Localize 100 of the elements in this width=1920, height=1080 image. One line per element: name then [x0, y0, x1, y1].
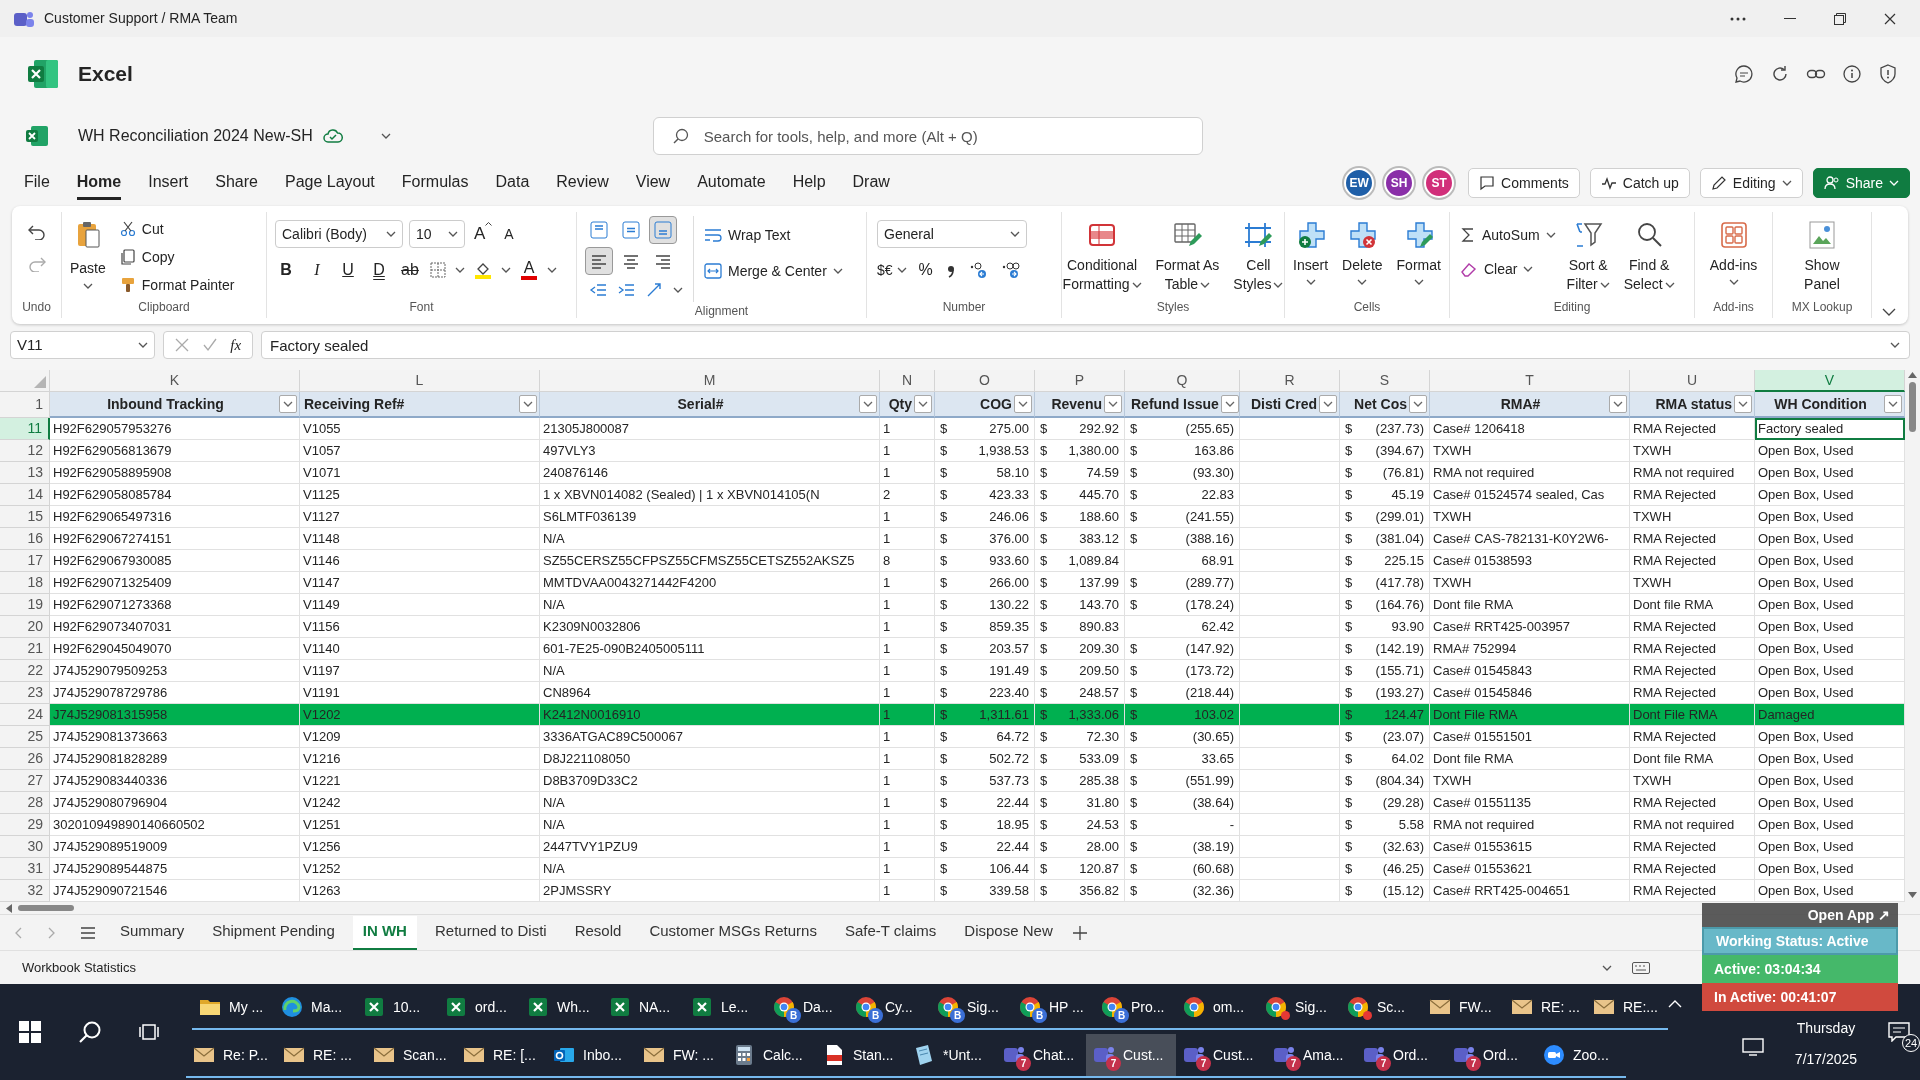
taskbar-item[interactable]: ord... [438, 986, 520, 1030]
table-cell[interactable]: V1197 [300, 660, 540, 682]
chevron-down-icon[interactable] [896, 267, 907, 273]
clear-button[interactable]: Clear [1460, 256, 1556, 282]
chevron-down-icon[interactable] [1357, 279, 1368, 285]
table-cell[interactable]: RMA Rejected [1630, 880, 1755, 902]
chevron-down-icon[interactable] [1613, 401, 1623, 407]
sheet-tab[interactable]: Shipment Pending [202, 915, 345, 950]
table-cell[interactable]: Case# 01553621 [1430, 858, 1630, 880]
chevron-down-icon[interactable] [1200, 282, 1211, 289]
desktop-icon[interactable] [1742, 1038, 1764, 1056]
table-cell[interactable]: H92F629071273368 [50, 594, 300, 616]
sheet-tab[interactable]: Summary [110, 915, 195, 950]
table-cell[interactable]: 1 [880, 418, 935, 440]
add-sheet-icon[interactable] [1072, 925, 1087, 940]
row-number[interactable]: 16 [0, 528, 50, 550]
table-cell[interactable]: J74J529081828289 [50, 748, 300, 770]
table-cell[interactable]: V1216 [300, 748, 540, 770]
taskbar-item[interactable]: Sig... [1258, 986, 1340, 1030]
table-cell[interactable]: J74J529080796904 [50, 792, 300, 814]
task-view-icon[interactable] [139, 1022, 161, 1042]
filter-button[interactable] [859, 395, 877, 413]
formula-field[interactable]: Factory sealed [261, 331, 1910, 359]
ribbon-tab[interactable]: Data [495, 166, 530, 200]
table-cell[interactable]: RMA Rejected [1630, 858, 1755, 880]
table-cell[interactable]: 1 [880, 506, 935, 528]
search-field[interactable]: Search for tools, help, and more (Alt + Q) [652, 117, 1203, 155]
ribbon-button[interactable]: Add-ins [1706, 216, 1761, 285]
ribbon-tab[interactable]: Insert [148, 166, 189, 200]
chevron-down-icon[interactable] [82, 283, 93, 289]
scroll-thumb[interactable] [18, 905, 74, 911]
table-cell[interactable]: Case# 1206418 [1430, 418, 1630, 440]
table-cell[interactable]: 240876146 [540, 462, 880, 484]
ribbon-tab[interactable]: Share [215, 166, 258, 200]
chevron-down-icon[interactable] [1664, 282, 1675, 289]
ribbon-button[interactable]: Conditional Formatting [1059, 216, 1145, 294]
table-cell[interactable]: RMA Rejected [1630, 792, 1755, 814]
more-icon[interactable] [1730, 16, 1746, 21]
filter-button[interactable] [1220, 395, 1239, 413]
taskbar-item[interactable]: My ... [192, 986, 274, 1030]
scroll-left-icon[interactable] [6, 903, 12, 913]
chevron-down-icon[interactable] [1108, 401, 1118, 407]
table-cell[interactable]: RMA Rejected [1630, 418, 1755, 440]
user-avatar[interactable]: EW [1344, 168, 1375, 198]
taskbar-item[interactable]: B Sig... [930, 986, 1012, 1030]
filter-button[interactable] [1014, 395, 1032, 413]
table-cell[interactable]: 1 [880, 682, 935, 704]
check-icon[interactable] [202, 338, 217, 352]
row-number[interactable]: 15 [0, 506, 50, 528]
chevron-down-icon[interactable] [1781, 180, 1792, 186]
chevron-down-icon[interactable] [1728, 279, 1739, 285]
table-cell[interactable]: Open Box, Used [1755, 660, 1905, 682]
ribbon-button[interactable]: Format As Table [1152, 216, 1223, 294]
table-cell[interactable]: Case# 01551135 [1430, 792, 1630, 814]
table-cell[interactable]: J74J529078729786 [50, 682, 300, 704]
table-cell[interactable]: Open Box, Used [1755, 792, 1905, 814]
taskbar-item[interactable]: Ma... [274, 986, 356, 1030]
table-cell[interactable]: RMA Rejected [1630, 616, 1755, 638]
fill-color-icon[interactable] [474, 261, 492, 279]
chevron-down-icon[interactable] [283, 401, 293, 407]
font-color-button[interactable]: A [520, 260, 538, 280]
table-cell[interactable]: V1140 [300, 638, 540, 660]
number-format-dropdown[interactable]: General [877, 220, 1027, 248]
table-cell[interactable]: V1146 [300, 550, 540, 572]
ribbon-tab[interactable]: Page Layout [284, 166, 375, 200]
table-cell[interactable]: H92F629067274151 [50, 528, 300, 550]
text-orientation-icon[interactable] [645, 281, 663, 299]
table-cell[interactable]: N/A [540, 660, 880, 682]
chevron-down-icon[interactable] [1413, 279, 1424, 285]
table-cell[interactable]: Open Box, Used [1755, 836, 1905, 858]
table-cell[interactable]: 1 [880, 880, 935, 902]
chevron-down-icon[interactable] [1305, 279, 1316, 285]
chevron-down-icon[interactable] [1273, 282, 1284, 289]
ribbon-tab[interactable]: Automate [697, 166, 766, 200]
table-cell[interactable]: RMA not required [1430, 814, 1630, 836]
chevron-down-icon[interactable] [1018, 401, 1028, 407]
table-cell[interactable]: Case# RRT425-004651 [1430, 880, 1630, 902]
taskbar-item[interactable]: Wh... [520, 986, 602, 1030]
currency-button[interactable]: $€ [877, 259, 907, 281]
chevron-down-icon[interactable] [380, 133, 391, 139]
ribbon-button[interactable]: Find & Select [1620, 216, 1678, 294]
taskbar-item[interactable]: om... [1176, 986, 1258, 1030]
taskbar-item[interactable]: 7 Cust... [1086, 1034, 1176, 1078]
borders-icon[interactable] [430, 262, 446, 278]
ribbon-button[interactable]: Delete [1339, 216, 1386, 285]
ribbon-tab[interactable]: Draw [852, 166, 890, 200]
taskbar-item[interactable]: FW... [1422, 986, 1504, 1030]
table-cell[interactable]: Open Box, Used [1755, 572, 1905, 594]
format-painter-button[interactable]: Format Painter [119, 272, 235, 298]
chevron-down-icon[interactable] [863, 401, 873, 407]
close-icon[interactable] [1884, 12, 1896, 25]
table-cell[interactable]: Dont File RMA [1430, 704, 1630, 726]
taskbar-item[interactable]: RE: ... [1504, 986, 1586, 1030]
row-number[interactable]: 19 [0, 594, 50, 616]
merge-center-button[interactable]: Merge & Center [704, 258, 843, 284]
table-cell[interactable]: RMA Rejected [1630, 550, 1755, 572]
ribbon-button[interactable]: Show Panel [1801, 216, 1843, 294]
menu-icon[interactable] [80, 926, 96, 939]
table-cell[interactable]: Open Box, Used [1755, 616, 1905, 638]
table-cell[interactable]: Open Box, Used [1755, 748, 1905, 770]
